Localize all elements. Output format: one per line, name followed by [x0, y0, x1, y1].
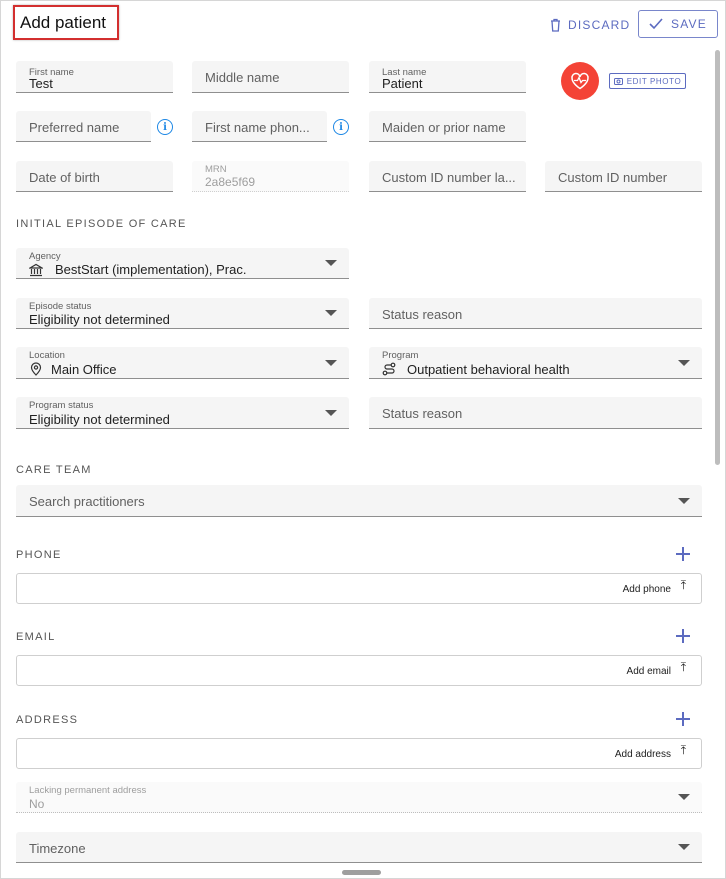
status-reason-placeholder-1: Status reason [382, 307, 463, 322]
heart-pulse-icon [571, 72, 589, 90]
dialog-title: Add patient [13, 5, 119, 40]
phone-list-box[interactable]: Add phone ⤒ [16, 573, 702, 604]
bank-icon [29, 263, 43, 277]
chevron-down-icon [678, 844, 690, 850]
location-pin-icon [30, 362, 42, 376]
email-list-box[interactable]: Add email ⤒ [16, 655, 702, 686]
date-of-birth-placeholder: Date of birth [29, 170, 100, 185]
last-name-value: Patient [382, 76, 423, 91]
sort-arrow-icon[interactable]: ⤒ [681, 660, 686, 675]
custom-id-number-field[interactable]: Custom ID number [545, 161, 702, 192]
chevron-down-icon [325, 310, 337, 316]
edit-photo-button[interactable]: EDIT PHOTO [609, 73, 686, 89]
email-section-title: EMAIL [16, 631, 56, 643]
first-name-field[interactable]: First name Test [16, 61, 173, 93]
status-reason-field-1[interactable]: Status reason [369, 298, 702, 329]
chevron-down-icon [678, 497, 690, 504]
chevron-down-icon [325, 260, 337, 266]
lacking-address-value: No [29, 797, 45, 811]
chevron-down-icon [678, 359, 690, 366]
program-status-label: Program status [29, 400, 94, 411]
location-select[interactable]: Location Main Office [16, 347, 349, 379]
discard-label: DISCARD [568, 18, 631, 32]
chevron-down-icon [678, 794, 690, 800]
phone-section-title: PHONE [16, 549, 62, 561]
preferred-name-info-icon[interactable]: i [157, 119, 173, 135]
maiden-name-field[interactable]: Maiden or prior name [369, 111, 526, 142]
mrn-field: MRN 2a8e5f69 [192, 161, 349, 192]
maiden-name-placeholder: Maiden or prior name [382, 120, 506, 135]
preferred-name-placeholder: Preferred name [29, 120, 120, 135]
program-value: Outpatient behavioral health [407, 362, 570, 377]
check-icon [649, 18, 663, 30]
preferred-name-field[interactable]: Preferred name [16, 111, 151, 142]
agency-select[interactable]: Agency BestStart (implementation), Prac. [16, 248, 349, 279]
lacking-address-label: Lacking permanent address [29, 785, 147, 796]
chevron-down-icon [325, 359, 337, 366]
status-reason-field-2[interactable]: Status reason [369, 397, 702, 429]
agency-label: Agency [29, 251, 61, 262]
program-select[interactable]: Program Outpatient behavioral health [369, 347, 702, 379]
care-team-section-title: CARE TEAM [16, 464, 92, 476]
edit-photo-label: EDIT PHOTO [626, 76, 682, 86]
avatar[interactable] [561, 62, 599, 100]
search-practitioners-placeholder: Search practitioners [29, 494, 145, 509]
add-email-label[interactable]: Add email [627, 666, 671, 677]
add-phone-label[interactable]: Add phone [623, 584, 671, 595]
status-reason-placeholder-2: Status reason [382, 406, 463, 421]
sort-arrow-icon[interactable]: ⤒ [681, 578, 686, 593]
middle-name-placeholder: Middle name [205, 70, 280, 85]
add-phone-plus-icon[interactable] [675, 546, 691, 562]
dialog-title-text: Add patient [20, 12, 107, 32]
save-label: SAVE [671, 17, 707, 31]
episode-status-label: Episode status [29, 301, 92, 312]
program-label: Program [382, 350, 419, 361]
episode-status-select[interactable]: Episode status Eligibility not determine… [16, 298, 349, 329]
location-value: Main Office [51, 362, 117, 377]
chevron-down-icon [325, 409, 337, 416]
agency-value: BestStart (implementation), Prac. [55, 262, 247, 277]
resize-handle[interactable] [342, 870, 381, 875]
middle-name-field[interactable]: Middle name [192, 61, 349, 93]
mrn-value: 2a8e5f69 [205, 175, 256, 189]
address-section-title: ADDRESS [16, 714, 79, 726]
first-name-phonetic-placeholder: First name phon... [205, 120, 310, 135]
date-of-birth-field[interactable]: Date of birth [16, 161, 173, 192]
program-status-value: Eligibility not determined [29, 412, 170, 427]
add-patient-dialog: Add patient DISCARD SAVE First name Test… [0, 0, 726, 879]
episode-status-value: Eligibility not determined [29, 312, 170, 327]
route-icon [382, 362, 396, 376]
scrollbar-thumb[interactable] [715, 50, 720, 465]
first-name-value: Test [29, 76, 53, 91]
timezone-placeholder: Timezone [29, 841, 86, 856]
program-status-select[interactable]: Program status Eligibility not determine… [16, 397, 349, 429]
last-name-field[interactable]: Last name Patient [369, 61, 526, 93]
trash-icon [551, 18, 560, 32]
custom-id-label-field[interactable]: Custom ID number la... [369, 161, 526, 192]
add-address-plus-icon[interactable] [675, 711, 691, 727]
first-name-phonetic-field[interactable]: First name phon... [192, 111, 327, 142]
save-button[interactable]: SAVE [638, 10, 718, 38]
camera-icon [613, 78, 623, 85]
custom-id-number-placeholder: Custom ID number [558, 170, 668, 185]
search-practitioners-select[interactable]: Search practitioners [16, 485, 702, 517]
discard-button[interactable]: DISCARD [549, 14, 630, 36]
sort-arrow-icon[interactable]: ⤒ [681, 743, 686, 758]
location-label: Location [29, 350, 65, 361]
lacking-permanent-address-select: Lacking permanent address No [16, 782, 702, 813]
timezone-select[interactable]: Timezone [16, 832, 702, 863]
add-email-plus-icon[interactable] [675, 628, 691, 644]
mrn-label: MRN [205, 164, 227, 175]
phonetic-info-icon[interactable]: i [333, 119, 349, 135]
address-list-box[interactable]: Add address ⤒ [16, 738, 702, 769]
custom-id-label-placeholder: Custom ID number la... [382, 170, 516, 185]
add-address-label[interactable]: Add address [615, 749, 671, 760]
episode-section-title: INITIAL EPISODE OF CARE [16, 218, 187, 230]
